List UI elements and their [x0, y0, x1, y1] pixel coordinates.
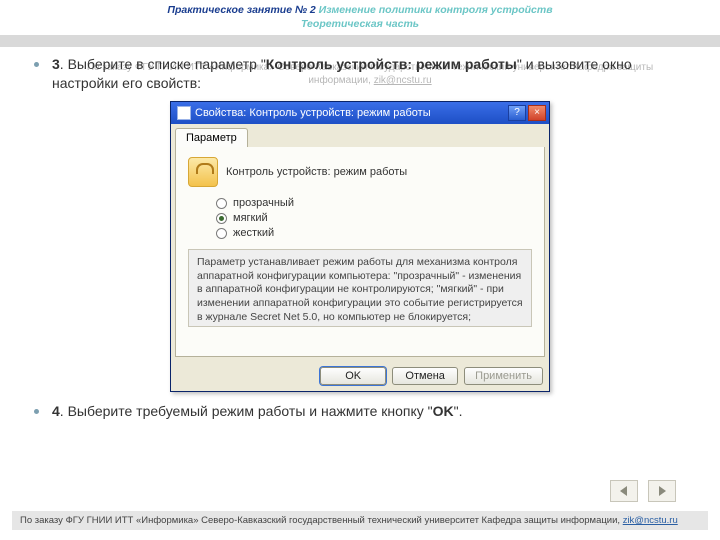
radio-group: прозрачный мягкий жесткий [216, 197, 532, 239]
chevron-left-icon [617, 485, 631, 497]
help-button[interactable]: ? [508, 105, 526, 121]
radio-icon [216, 213, 227, 224]
header-title: Изменение политики контроля устройств [319, 4, 553, 16]
next-button[interactable] [648, 480, 676, 502]
footer-bar: По заказу ФГУ ГНИИ ИТТ «Информика» Север… [12, 511, 708, 530]
footer-text: По заказу ФГУ ГНИИ ИТТ «Информика» Север… [20, 515, 620, 526]
radio-icon [216, 228, 227, 239]
dialog-button-row: OK Отмена Применить [171, 361, 549, 391]
chevron-right-icon [655, 485, 669, 497]
radio-hard[interactable]: жесткий [216, 227, 532, 239]
apply-button[interactable]: Применить [464, 367, 543, 385]
parameter-description: Параметр устанавливает режим работы для … [188, 249, 532, 327]
nav-arrows [610, 480, 676, 502]
tab-parameter[interactable]: Параметр [175, 128, 248, 147]
radio-transparent[interactable]: прозрачный [216, 197, 532, 209]
step-3: 3. Выберите в списке параметр "Контроль … [34, 55, 686, 93]
footer-email-link[interactable]: zik@ncstu.ru [623, 515, 678, 526]
dialog-title: Свойства: Контроль устройств: режим рабо… [195, 107, 506, 119]
cancel-button[interactable]: Отмена [392, 367, 458, 385]
tab-strip: Параметр [171, 124, 549, 147]
parameter-name: Контроль устройств: режим работы [226, 166, 407, 178]
shield-icon [188, 157, 218, 187]
header-subtitle: Теоретическая часть [0, 18, 720, 32]
properties-dialog: Свойства: Контроль устройств: режим рабо… [170, 101, 550, 392]
dialog-panel: Контроль устройств: режим работы прозрач… [175, 147, 545, 357]
ok-button[interactable]: OK [320, 367, 386, 385]
prev-button[interactable] [610, 480, 638, 502]
radio-soft[interactable]: мягкий [216, 212, 532, 224]
step-4: 4. Выберите требуемый режим работы и наж… [34, 402, 686, 421]
dialog-titlebar[interactable]: Свойства: Контроль устройств: режим рабо… [171, 102, 549, 124]
header-prefix: Практическое занятие № 2 [167, 4, 315, 16]
top-gray-bar [0, 35, 720, 47]
close-button[interactable]: × [528, 105, 546, 121]
slide-header: Практическое занятие № 2 Изменение полит… [0, 0, 720, 33]
radio-icon [216, 198, 227, 209]
dialog-icon [177, 106, 191, 120]
